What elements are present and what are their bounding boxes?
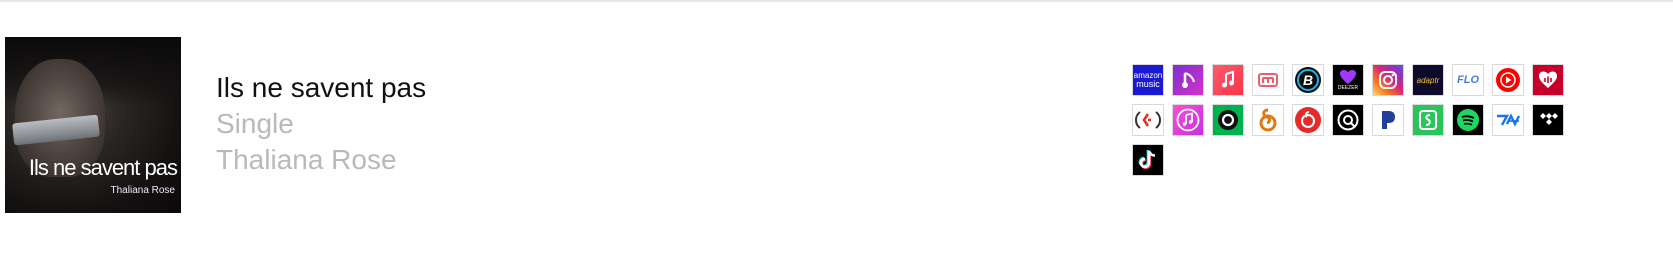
joox-icon[interactable] [1212, 104, 1244, 136]
iheartradio-icon[interactable] [1532, 64, 1564, 96]
tencent-music-icon[interactable] [1492, 104, 1524, 136]
tidal-icon[interactable] [1532, 104, 1564, 136]
spotify-icon[interactable] [1452, 104, 1484, 136]
album-cover: Ils ne savent pas Thaliana Rose [5, 37, 181, 213]
release-artist: Thaliana Rose [216, 144, 397, 175]
release-info: Ils ne savent pas Single Thaliana Rose [216, 70, 426, 178]
kkbox-icon[interactable] [1132, 104, 1164, 136]
svg-text:B: B [1303, 72, 1313, 88]
release-type: Single [216, 108, 294, 139]
kugou-icon[interactable] [1252, 104, 1284, 136]
release-title: Ils ne savent pas [216, 72, 427, 103]
top-divider [0, 0, 1673, 2]
flo-icon[interactable]: FLO [1452, 64, 1484, 96]
netease-icon[interactable] [1292, 104, 1324, 136]
deezer-icon[interactable]: DEEZER [1332, 64, 1364, 96]
cover-artist-text: Thaliana Rose [110, 185, 175, 196]
youtube-music-icon[interactable] [1492, 64, 1524, 96]
instagram-icon[interactable] [1372, 64, 1404, 96]
anghami-icon[interactable] [1172, 64, 1204, 96]
apple-music-icon[interactable] [1212, 64, 1244, 96]
napster-icon[interactable] [1332, 104, 1364, 136]
pandora-icon[interactable] [1372, 104, 1404, 136]
boomplay-icon[interactable]: B [1292, 64, 1324, 96]
adaptr-icon[interactable]: adaptr [1412, 64, 1444, 96]
itunes-icon[interactable] [1172, 104, 1204, 136]
tiktok-icon[interactable] [1132, 144, 1164, 176]
cover-title-text: Ils ne savent pas [28, 155, 178, 180]
amazon-music-icon[interactable]: amazon music [1132, 64, 1164, 96]
jiosaavn-icon[interactable] [1412, 104, 1444, 136]
awa-icon[interactable] [1252, 64, 1284, 96]
